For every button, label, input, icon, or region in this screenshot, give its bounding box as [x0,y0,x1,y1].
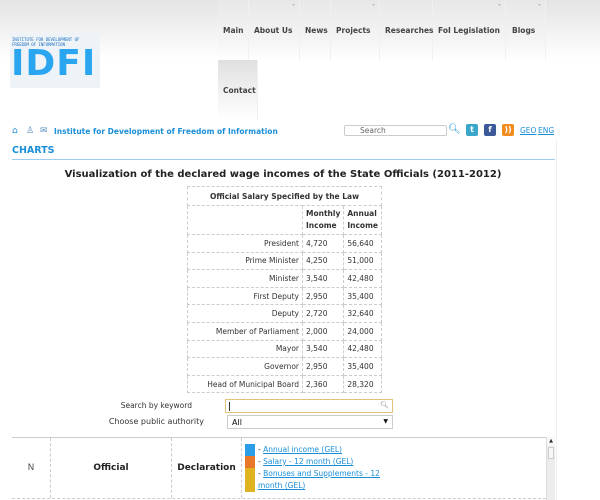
monthly-cell: 4,720 [301,234,345,253]
nav-main[interactable]: Main [218,0,249,60]
monthly-cell: 2,720 [301,304,345,323]
lang-geo[interactable]: GEO [520,126,536,135]
monthly-cell: 4,250 [301,251,345,271]
monthly-cell: 2,950 [301,357,345,376]
legend-item[interactable]: - Salary - 12 month (GEL) [245,456,353,468]
twitter-icon[interactable]: t [466,124,478,136]
legend-swatch [245,444,255,456]
position-cell: Head of Municipal Board [187,374,303,394]
divider [12,159,555,160]
chevron-down-icon: ˅ [538,4,541,11]
authority-label: Choose public authority [108,417,204,426]
nav-researches[interactable]: Researches [380,0,434,60]
chevron-down-icon: ˅ [498,4,501,11]
legend-item[interactable]: - Annual income (GEL) [245,444,342,456]
table-row: Governor 2,950 35,400 [187,357,382,376]
position-cell: President [187,234,303,253]
position-cell: First Deputy [187,286,303,306]
monthly-cell: 2,360 [301,374,345,394]
col-declaration: Declaration [172,438,242,498]
logo-mark: IDFI [11,43,97,84]
table-row: Minister 3,540 42,480 [187,269,382,288]
col-official: Official [51,438,172,498]
keyword-input[interactable]: 🔍︎ [225,399,393,413]
chevron-down-icon: ˅ [292,4,295,11]
chevron-down-icon: ˅ [372,4,375,11]
content-border [556,140,557,500]
col-monthly: Monthly Income [301,205,345,235]
position-cell: Governor [187,357,303,376]
sitemap-icon[interactable]: ♙ [26,126,34,136]
table-row: Prime Minister 4,250 51,000 [187,251,382,271]
authority-select[interactable]: All ▼ [227,415,393,429]
scroll-up-icon[interactable]: ▲ [547,437,555,446]
nav-news[interactable]: News [300,0,331,60]
annual-cell: 24,000 [343,321,382,341]
col-n: N [12,438,51,498]
nav-foi-legislation[interactable]: FoI Legislation ˅ [433,0,506,60]
legend-swatch [245,456,255,468]
table-row: First Deputy 2,950 35,400 [187,286,382,306]
annual-cell: 51,000 [343,251,382,271]
search-icon: 🔍︎ [380,401,389,409]
table-row: Mayor 3,540 42,480 [187,339,382,359]
search-icon[interactable]: 🔍︎ [448,124,461,135]
table-row: Head of Municipal Board 2,360 28,320 [187,374,382,394]
monthly-cell: 2,950 [301,286,345,306]
lang-eng[interactable]: ENG [538,126,554,135]
legend-swatch [245,468,255,492]
section-title: CHARTS [12,145,55,156]
position-cell: Prime Minister [187,251,303,271]
rss-icon[interactable]: )) [502,124,514,136]
table-caption: Official Salary Specified by the Law [187,186,382,206]
idfi-logo[interactable]: INSTITUTE FOR DEVELOPMENT OF FREEDOM OF I… [10,33,100,88]
nav-contact[interactable]: Contact [218,60,258,120]
annual-cell: 32,640 [343,304,382,323]
annual-cell: 56,640 [343,234,382,253]
position-cell: Mayor [187,339,303,359]
annual-cell: 35,400 [343,286,382,306]
page-title: Visualization of the declared wage incom… [64,169,502,180]
annual-cell: 42,480 [343,339,382,359]
table-row: President 4,720 56,640 [187,234,382,253]
nav-blogs[interactable]: Blogs ˅ [506,0,546,60]
monthly-cell: 2,000 [301,321,345,341]
org-link[interactable]: Institute for Development of Freedom of … [54,127,278,136]
position-cell: Minister [187,269,303,288]
scroll-thumb[interactable] [548,447,554,459]
monthly-cell: 3,540 [301,339,345,359]
mail-icon[interactable]: ✉ [40,126,48,136]
annual-cell: 35,400 [343,357,382,376]
table-row: Member of Parliament 2,000 24,000 [187,321,382,341]
table-row: Deputy 2,720 32,640 [187,304,382,323]
annual-cell: 28,320 [343,374,382,394]
position-cell: Deputy [187,304,303,323]
nav-projects[interactable]: Projects ˅ [331,0,380,60]
home-icon[interactable]: ⌂ [12,126,18,136]
dropdown-arrow-icon: ▼ [383,418,388,425]
position-cell: Member of Parliament [187,321,303,341]
monthly-cell: 3,540 [301,269,345,288]
legend-item[interactable]: - Bonuses and Supplements - 12 month (GE… [245,468,405,492]
annual-cell: 42,480 [343,269,382,288]
search-input[interactable]: Search [344,125,447,136]
keyword-label: Search by keyword [120,401,192,410]
nav-about-us[interactable]: About Us ˅ [249,0,300,60]
facebook-icon[interactable]: f [484,124,496,136]
col-annual: Annual Income [343,205,382,235]
salary-table: Official Salary Specified by the Law Mon… [187,186,382,394]
scrollbar[interactable]: ▲ [546,437,555,500]
